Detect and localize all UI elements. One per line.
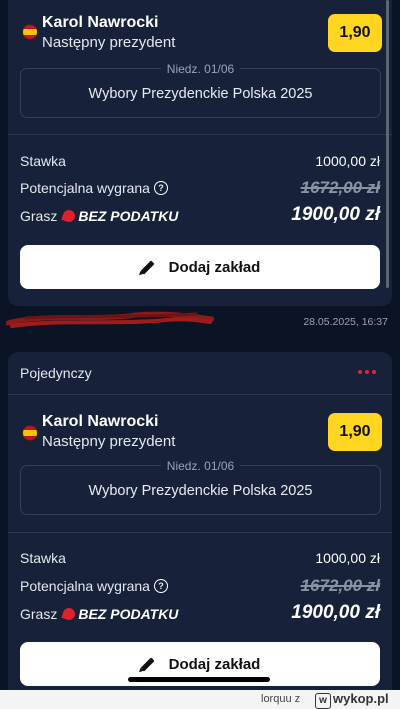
add-bet-label: Dodaj zakład — [168, 258, 261, 276]
watermark-footer: lorquu z w wykop.pl — [0, 690, 400, 709]
divider — [8, 134, 392, 135]
play-label: Grasz — [20, 606, 58, 622]
event-date: Niedz. 01/06 — [160, 62, 241, 76]
screen: Karol Nawrocki Następny prezydent 1,90 N… — [0, 0, 400, 690]
final-win-row: Grasz BEZ PODATKU 1900,00 zł — [20, 602, 380, 626]
stake-label: Stawka — [20, 153, 66, 169]
footer-user: lorquu z — [261, 693, 301, 705]
pepper-icon — [61, 606, 78, 622]
wykop-logo: w wykop.pl — [315, 691, 389, 709]
potential-win-row: Potencjalna wygrana? 1672,00 zł — [20, 178, 380, 200]
selection-market: Następny prezydent — [42, 433, 176, 450]
event-box: Niedz. 01/06 Wybory Prezydenckie Polska … — [20, 459, 381, 515]
wykop-logo-icon: w — [315, 693, 331, 709]
stake-label: Stawka — [20, 550, 66, 566]
potential-win-label: Potencjalna wygrana — [20, 578, 150, 594]
bet-timestamp: 28.05.2025, 16:37 — [303, 316, 388, 328]
event-name: Wybory Prezydenckie Polska 2025 — [88, 483, 313, 499]
redacted-scribble — [6, 311, 214, 328]
bet-type-label: Pojedynczy — [20, 365, 92, 381]
poland-flag-icon — [22, 425, 38, 441]
potential-win-row: Potencjalna wygrana? 1672,00 zł — [20, 576, 380, 598]
stake-row: Stawka 1000,00 zł — [20, 151, 380, 173]
home-indicator — [128, 677, 270, 682]
footer-site: wykop.pl — [333, 691, 389, 706]
potential-win-old: 1672,00 zł — [300, 178, 380, 197]
tax-free-label: BEZ PODATKU — [78, 606, 179, 622]
divider — [8, 532, 392, 533]
bet-card-2: Pojedynczy Karol Nawrocki Następny prezy… — [8, 352, 392, 690]
potential-win-old: 1672,00 zł — [300, 576, 380, 595]
odds-badge[interactable]: 1,90 — [328, 14, 382, 52]
info-icon[interactable]: ? — [153, 181, 168, 196]
potential-win-label: Potencjalna wygrana — [20, 180, 150, 196]
final-win-value: 1900,00 zł — [291, 204, 380, 225]
tax-free-label: BEZ PODATKU — [78, 208, 179, 224]
add-bet-button[interactable]: Dodaj zakład — [20, 245, 380, 289]
selection-name: Karol Nawrocki — [42, 14, 159, 31]
pepper-icon — [61, 208, 78, 224]
bet-card-1: Karol Nawrocki Następny prezydent 1,90 N… — [8, 0, 392, 306]
selection-row: Karol Nawrocki Następny prezydent 1,90 — [18, 413, 382, 463]
odds-badge[interactable]: 1,90 — [328, 413, 382, 451]
final-win-row: Grasz BEZ PODATKU 1900,00 zł — [20, 204, 380, 228]
play-label: Grasz — [20, 208, 58, 224]
stake-row: Stawka 1000,00 zł — [20, 548, 380, 570]
poland-flag-icon — [22, 24, 38, 40]
scrollbar[interactable] — [386, 0, 389, 288]
divider — [8, 394, 392, 395]
event-box: Niedz. 01/06 Wybory Prezydenckie Polska … — [20, 62, 381, 118]
pen-icon — [140, 656, 155, 672]
more-dots-icon[interactable] — [358, 370, 376, 374]
stake-value: 1000,00 zł — [315, 153, 380, 169]
info-icon[interactable]: ? — [153, 579, 168, 594]
pen-icon — [140, 259, 155, 275]
event-name: Wybory Prezydenckie Polska 2025 — [88, 86, 313, 102]
selection-market: Następny prezydent — [42, 34, 176, 51]
selection-name: Karol Nawrocki — [42, 413, 159, 430]
event-date: Niedz. 01/06 — [160, 459, 241, 473]
stake-value: 1000,00 zł — [315, 550, 380, 566]
selection-row: Karol Nawrocki Następny prezydent 1,90 — [18, 14, 382, 64]
final-win-value: 1900,00 zł — [291, 602, 380, 623]
add-bet-label: Dodaj zakład — [168, 655, 261, 673]
